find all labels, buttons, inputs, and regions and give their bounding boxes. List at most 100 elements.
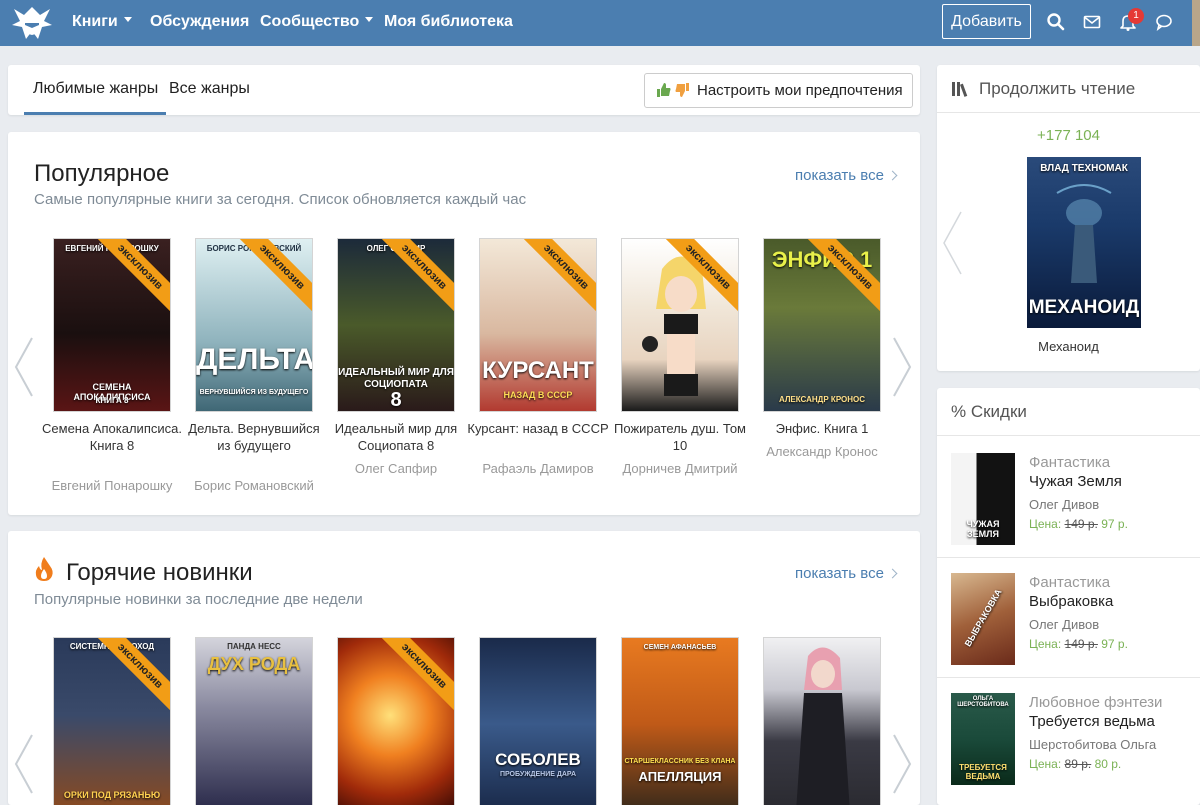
book-cover[interactable]: эксклюзив <box>621 238 739 412</box>
discount-cover[interactable]: ОЛЬГА ШЕРСТОБИТОВА ТРЕБУЕТСЯ ВЕДЬМА <box>951 693 1015 785</box>
cover-author: ОЛЬГА ШЕРСТОБИТОВА <box>957 696 1009 708</box>
nav-discussions[interactable]: Обсуждения <box>150 13 249 31</box>
book-cover[interactable]: БОРИС РОМАНОВСКИЙ ДЕЛЬТА ВЕРНУВШИЙСЯ ИЗ … <box>195 238 313 412</box>
tab-favorite-genres[interactable]: Любимые жанры <box>33 80 158 98</box>
section-subtitle: Популярные новинки за последние две неде… <box>34 591 363 608</box>
book-title[interactable]: Семена Апокалипсиса. Книга 8 <box>41 420 183 454</box>
book-card[interactable]: ОЛЕГ САПФИР ИДЕАЛЬНЫЙ МИР ДЛЯ СОЦИОПАТА … <box>325 238 467 498</box>
book-title[interactable]: Энфис. Книга 1 <box>751 420 893 437</box>
carousel-next-icon[interactable] <box>890 733 914 795</box>
book-author[interactable]: Борис Романовский <box>183 478 325 493</box>
hot-new-section: Горячие новинки Популярные новинки за по… <box>8 531 920 805</box>
mail-icon[interactable] <box>1082 12 1102 32</box>
book-card[interactable]: ЭНФИС 1 АЛЕКСАНДР КРОНОС эксклюзив Энфис… <box>751 238 893 498</box>
cover-subtitle: АЛЕКСАНДР КРОНОС <box>778 395 866 404</box>
book-card[interactable] <box>751 637 893 805</box>
book-card[interactable]: ПАНДА НЕСС ДУХ РОДА <box>183 637 325 805</box>
thumbs-up-down-icon <box>657 83 689 97</box>
discount-genre[interactable]: Фантастика <box>1029 574 1110 591</box>
discount-price: Цена: 149 р. 97 р. <box>1029 637 1128 651</box>
cover-title: ЧУЖАЯ ЗЕМЛЯ <box>966 519 1000 539</box>
book-title[interactable]: Курсант: назад в СССР <box>467 420 609 437</box>
discount-author[interactable]: Шерстобитова Ольга <box>1029 737 1156 752</box>
book-cover[interactable] <box>763 637 881 805</box>
book-cover[interactable]: СЕМЕН АФАНАСЬЕВ СТАРШЕКЛАССНИК БЕЗ КЛАНА… <box>621 637 739 805</box>
nav-books[interactable]: Книги <box>72 13 132 31</box>
book-title[interactable]: Дельта. Вернувшийся из будущего <box>183 420 325 454</box>
cover-illustration <box>796 647 850 805</box>
preferences-button[interactable]: Настроить мои предпочтения <box>644 73 913 108</box>
show-all-link[interactable]: показать все <box>795 565 898 582</box>
carousel-prev-icon[interactable] <box>12 336 36 398</box>
carousel-prev-icon[interactable] <box>12 733 36 795</box>
book-cover[interactable]: СОБОЛЕВ ПРОБУЖДЕНИЕ ДАРА <box>479 637 597 805</box>
book-title[interactable]: Идеальный мир для Социопата 8 <box>325 420 467 454</box>
add-button[interactable]: Добавить <box>942 4 1031 39</box>
section-subtitle: Самые популярные книги за сегодня. Списо… <box>34 191 527 208</box>
book-card[interactable]: эксклюзив <box>325 637 467 805</box>
book-cover[interactable]: ОЛЕГ САПФИР ИДЕАЛЬНЫЙ МИР ДЛЯ СОЦИОПАТА … <box>337 238 455 412</box>
discount-author[interactable]: Олег Дивов <box>1029 497 1099 512</box>
section-title: Популярное <box>34 160 170 187</box>
old-price: 149 р. <box>1064 517 1098 531</box>
book-cover[interactable]: ЭНФИС 1 АЛЕКСАНДР КРОНОС эксклюзив <box>763 238 881 412</box>
book-author[interactable]: Дорничев Дмитрий <box>609 461 751 476</box>
book-author[interactable]: Рафаэль Дамиров <box>467 461 609 476</box>
show-all-link[interactable]: показать все <box>795 167 898 184</box>
discount-item[interactable]: ЧУЖАЯ ЗЕМЛЯ Фантастика Чужая Земля Олег … <box>937 438 1200 554</box>
book-cover[interactable]: ЕВГЕНИЙ ПОНАРОШКУ СЕМЕНА АПОКАЛИПСИСА КН… <box>53 238 171 412</box>
discount-item[interactable]: ОЛЬГА ШЕРСТОБИТОВА ТРЕБУЕТСЯ ВЕДЬМА Любо… <box>937 678 1200 794</box>
logo-icon[interactable] <box>10 3 54 43</box>
chevron-right-icon <box>887 568 898 579</box>
avatar[interactable] <box>1192 0 1200 46</box>
genre-tabs-panel: Любимые жанры Все жанры Настроить мои пр… <box>8 65 920 115</box>
carousel-prev-icon[interactable] <box>941 210 963 276</box>
old-price: 149 р. <box>1064 637 1098 651</box>
book-card[interactable]: БОРИС РОМАНОВСКИЙ ДЕЛЬТА ВЕРНУВШИЙСЯ ИЗ … <box>183 238 325 498</box>
book-card[interactable]: КУРСАНТ НАЗАД В СССР эксклюзив Курсант: … <box>467 238 609 498</box>
exclusive-ribbon: эксклюзив <box>516 239 596 317</box>
book-card[interactable]: ЕВГЕНИЙ ПОНАРОШКУ СЕМЕНА АПОКАЛИПСИСА КН… <box>41 238 183 498</box>
fire-icon <box>35 557 53 581</box>
discount-price: Цена: 89 р. 80 р. <box>1029 757 1121 771</box>
book-cover[interactable]: ПАНДА НЕСС ДУХ РОДА <box>195 637 313 805</box>
nav-my-library[interactable]: Моя библиотека <box>384 13 513 31</box>
carousel-next-icon[interactable] <box>890 336 914 398</box>
discount-cover[interactable]: ЧУЖАЯ ЗЕМЛЯ <box>951 453 1015 545</box>
tab-all-genres[interactable]: Все жанры <box>169 80 250 98</box>
new-price: 97 р. <box>1101 517 1128 531</box>
divider <box>937 435 1200 436</box>
discount-cover[interactable]: ВЫБРАКОВКА <box>951 573 1015 665</box>
book-author[interactable]: Олег Сапфир <box>325 461 467 476</box>
book-title[interactable]: Пожиратель душ. Том 10 <box>609 420 751 454</box>
book-cover[interactable]: эксклюзив <box>337 637 455 805</box>
book-author[interactable]: Евгений Понарошку <box>41 478 183 493</box>
book-cover[interactable]: СИСТЕМНЫЙ ПОХОД ОРКИ ПОД РЯЗАНЬЮ эксклюз… <box>53 637 171 805</box>
divider <box>937 112 1200 113</box>
discount-title[interactable]: Чужая Земля <box>1029 473 1122 490</box>
nav-community[interactable]: Сообщество <box>260 13 374 31</box>
cover-title: ДУХ РОДА <box>207 654 301 674</box>
discount-author[interactable]: Олег Дивов <box>1029 617 1099 632</box>
book-card[interactable]: СЕМЕН АФАНАСЬЕВ СТАРШЕКЛАССНИК БЕЗ КЛАНА… <box>609 637 751 805</box>
book-card[interactable]: эксклюзив Пожиратель душ. Том 10 Дорниче… <box>609 238 751 498</box>
book-cover[interactable]: КУРСАНТ НАЗАД В СССР эксклюзив <box>479 238 597 412</box>
cover-illustration <box>642 256 706 396</box>
show-all-label: показать все <box>795 167 884 184</box>
continue-reading-cover[interactable]: ВЛАД ТЕХНОМАК МЕХАНОИД <box>1027 157 1141 328</box>
discount-title[interactable]: Выбраковка <box>1029 593 1113 610</box>
cover-author: ВЛАД ТЕХНОМАК <box>1040 163 1128 174</box>
chat-icon[interactable] <box>1154 12 1174 32</box>
continue-reading-book-title[interactable]: Механоид <box>937 339 1200 354</box>
search-icon[interactable] <box>1046 12 1066 32</box>
book-author[interactable]: Александр Кронос <box>751 444 893 459</box>
discount-genre[interactable]: Любовное фэнтези <box>1029 694 1162 711</box>
discount-genre[interactable]: Фантастика <box>1029 454 1110 471</box>
discount-title[interactable]: Требуется ведьма <box>1029 713 1155 730</box>
book-card[interactable]: СОБОЛЕВ ПРОБУЖДЕНИЕ ДАРА <box>467 637 609 805</box>
books-icon <box>952 82 968 97</box>
discount-item[interactable]: ВЫБРАКОВКА Фантастика Выбраковка Олег Ди… <box>937 558 1200 674</box>
book-card[interactable]: СИСТЕМНЫЙ ПОХОД ОРКИ ПОД РЯЗАНЬЮ эксклюз… <box>41 637 183 805</box>
continue-reading-panel: Продолжить чтение +177 104 ВЛАД ТЕХНОМАК… <box>937 65 1200 371</box>
cover-title: ДЕЛЬТА <box>196 343 313 376</box>
